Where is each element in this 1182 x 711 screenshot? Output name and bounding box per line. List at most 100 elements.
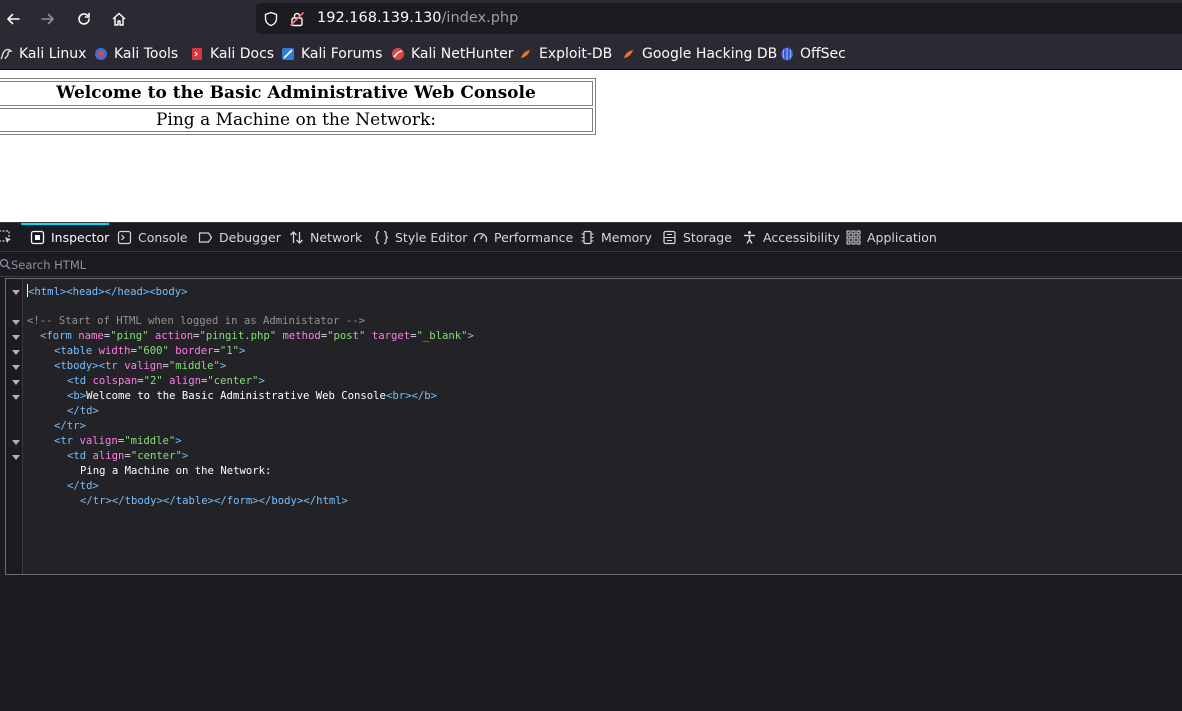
collapse-arrow-icon[interactable] <box>12 350 20 355</box>
markup-close-td[interactable]: </td> <box>67 479 99 494</box>
tab-label: Accessibility <box>763 230 840 245</box>
element-picker-icon[interactable] <box>0 230 13 245</box>
bookmark-label: Kali Forums <box>301 46 383 62</box>
style-editor-icon <box>374 230 389 245</box>
kali-docs-icon <box>192 48 202 60</box>
search-icon <box>0 258 11 270</box>
html-search-bar <box>0 253 1182 277</box>
markup-closing-tags[interactable]: </tr></tbody></table></form></body></htm… <box>80 494 348 509</box>
markup-text-node[interactable]: Ping a Machine on the Network: <box>80 464 271 479</box>
tab-network[interactable]: Network <box>289 223 362 252</box>
collapse-arrow-icon[interactable] <box>12 395 20 400</box>
tab-memory[interactable]: Memory <box>580 223 652 252</box>
bookmark-label: Kali Tools <box>114 46 179 62</box>
markup-node-tr[interactable]: <tr valign="middle"> <box>54 434 182 449</box>
bookmark-exploit-db[interactable]: Exploit-DB <box>519 45 612 63</box>
kali-nethunter-icon <box>392 48 404 60</box>
bookmark-label: Google Hacking DB <box>642 46 778 62</box>
markup-close-td[interactable]: </td> <box>67 404 99 419</box>
markup-node-form[interactable]: <form name="ping" action="pingit.php" me… <box>40 329 474 344</box>
address-bar[interactable]: 192.168.139.130/index.php <box>256 3 1182 34</box>
bookmark-kali-docs[interactable]: Kali Docs <box>190 45 274 63</box>
debugger-icon <box>198 232 213 243</box>
markup-node-b[interactable]: <b>Welcome to the Basic Administrative W… <box>67 389 437 404</box>
tab-console[interactable]: Console <box>117 223 188 252</box>
tab-storage[interactable]: Storage <box>662 223 732 252</box>
arrow-right-icon <box>41 13 54 25</box>
collapse-arrow-icon[interactable] <box>12 335 20 340</box>
tab-accessibility[interactable]: Accessibility <box>742 223 840 252</box>
bookmark-label: Kali NetHunter <box>411 46 514 62</box>
markup-node-html[interactable]: <html><head></head><body> <box>27 284 188 299</box>
network-icon <box>290 231 303 244</box>
forward-button[interactable] <box>35 6 61 32</box>
tab-label: Performance <box>494 230 574 245</box>
page-title: Welcome to the Basic Administrative Web … <box>0 81 593 106</box>
url-text: 192.168.139.130/index.php <box>317 10 518 26</box>
tab-inspector[interactable]: Inspector <box>30 223 109 252</box>
ping-label: Ping a Machine on the Network: <box>0 108 593 132</box>
tab-performance[interactable]: Performance <box>473 223 573 252</box>
bookmark-label: Kali Docs <box>210 46 275 62</box>
tab-label: Console <box>138 230 188 245</box>
bookmark-label: Kali Linux <box>19 46 87 62</box>
exploit-db-icon <box>521 50 530 58</box>
collapse-arrow-icon[interactable] <box>12 365 20 370</box>
bookmark-kali-nethunter[interactable]: Kali NetHunter <box>391 45 513 63</box>
arrow-left-icon <box>7 13 20 25</box>
bookmark-kali-tools[interactable]: Kali Tools <box>94 45 178 63</box>
collapse-arrow-icon[interactable] <box>12 290 20 295</box>
home-icon <box>112 12 126 26</box>
application-icon <box>846 230 861 245</box>
console-table: Welcome to the Basic Administrative Web … <box>0 78 596 135</box>
home-button[interactable] <box>106 6 132 32</box>
tab-style-editor[interactable]: Style Editor <box>374 223 467 252</box>
bookmark-label: Exploit-DB <box>539 46 613 62</box>
bookmark-label: OffSec <box>800 46 846 62</box>
offsec-icon <box>781 47 793 61</box>
devtools-panel: Inspector Console Debugger Network Style… <box>0 222 1182 711</box>
tab-label: Network <box>310 230 363 245</box>
bookmark-kali-linux[interactable]: Kali Linux <box>0 45 86 63</box>
markup-comment[interactable]: <!-- Start of HTML when logged in as Adm… <box>27 314 365 329</box>
insecure-lock-icon[interactable] <box>289 11 305 27</box>
markup-node-td[interactable]: <td align="center"> <box>67 449 188 464</box>
markup-node-td[interactable]: <td colspan="2" align="center"> <box>67 374 265 389</box>
reload-button[interactable] <box>71 6 97 32</box>
ghdb-icon <box>624 50 633 58</box>
console-icon <box>117 230 132 245</box>
tab-label: Debugger <box>219 230 281 245</box>
kali-tools-icon <box>95 48 107 60</box>
bookmark-kali-forums[interactable]: Kali Forums <box>281 45 382 63</box>
collapse-arrow-icon[interactable] <box>12 320 20 325</box>
back-button[interactable] <box>0 6 26 32</box>
bookmark-google-hacking-db[interactable]: Google Hacking DB <box>622 45 777 63</box>
markup-close-tr[interactable]: </tr> <box>54 419 86 434</box>
collapse-arrow-icon[interactable] <box>12 380 20 385</box>
markup-node-table[interactable]: <table width="600" border="1"> <box>54 344 245 359</box>
url-path: /index.php <box>441 10 519 26</box>
markup-node-tbody[interactable]: <tbody><tr valign="middle"> <box>54 359 226 374</box>
markup-view[interactable]: <html><head></head><body> <!-- Start of … <box>5 278 1182 575</box>
tab-debugger[interactable]: Debugger <box>198 223 281 252</box>
search-html-input[interactable] <box>11 256 1111 274</box>
kali-forums-icon <box>282 48 294 60</box>
bookmarks-toolbar: Kali Linux Kali Tools Kali Docs Kali For… <box>0 37 1182 70</box>
inspector-icon <box>30 230 45 245</box>
tab-label: Application <box>867 230 937 245</box>
performance-icon <box>473 232 488 243</box>
page-content: Welcome to the Basic Administrative Web … <box>0 70 1182 222</box>
collapse-arrow-icon[interactable] <box>12 455 20 460</box>
url-host: 192.168.139.130 <box>317 10 442 26</box>
bookmark-offsec[interactable]: OffSec <box>780 45 846 63</box>
devtools-empty-area <box>0 576 1182 711</box>
storage-icon <box>663 230 676 245</box>
shield-icon[interactable] <box>263 11 279 27</box>
tab-label: Memory <box>601 230 652 245</box>
reload-icon <box>78 12 90 25</box>
tab-application[interactable]: Application <box>846 223 937 252</box>
memory-icon <box>581 230 594 245</box>
collapse-arrow-icon[interactable] <box>12 440 20 445</box>
kali-dragon-icon <box>0 48 13 60</box>
devtools-tabbar: Inspector Console Debugger Network Style… <box>0 223 1182 252</box>
